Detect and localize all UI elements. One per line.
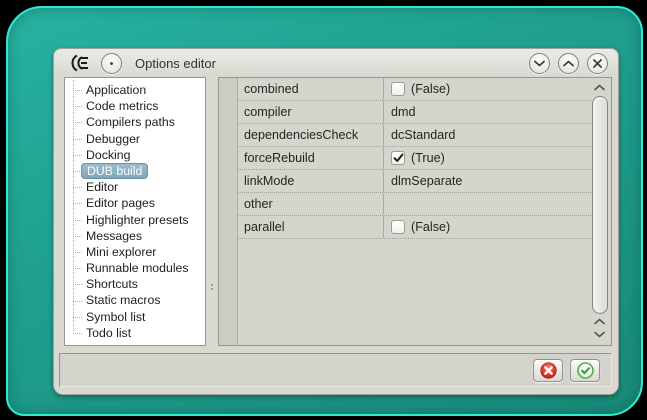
sidebar-item-highlighter-presets[interactable]: Highlighter presets [65, 212, 205, 228]
property-name[interactable]: forceRebuild [238, 151, 383, 165]
accept-button[interactable] [570, 358, 600, 382]
property-value[interactable]: dmd [383, 101, 591, 123]
desktop-frame: Options editor Application Code metrics Co… [6, 6, 643, 416]
property-value[interactable]: (True) [383, 147, 591, 169]
close-button[interactable] [587, 52, 608, 74]
property-grid: combined (False) compiler dmd dependenciesCh… [218, 77, 612, 346]
accept-icon [576, 361, 594, 379]
sidebar-item-label: Runnable modules [86, 261, 189, 276]
sidebar-item-label: Compilers paths [86, 115, 175, 130]
options-tree: Application Code metrics Compilers paths De… [65, 78, 205, 341]
sidebar-item-compilers-paths[interactable]: Compilers paths [65, 114, 205, 130]
sidebar-item-label: Debugger [86, 131, 141, 146]
grid-gutter [219, 78, 238, 345]
scroll-up-button[interactable] [589, 81, 610, 94]
sidebar-item-code-metrics[interactable]: Code metrics [65, 98, 205, 114]
splitter-grip-icon [211, 283, 213, 290]
value-label: dcStandard [391, 128, 456, 142]
close-icon [593, 58, 602, 68]
property-value[interactable]: (False) [383, 78, 591, 100]
title-bar[interactable]: Options editor [54, 49, 618, 77]
property-name[interactable]: parallel [238, 220, 383, 234]
property-row-parallel[interactable]: parallel (False) [238, 216, 591, 239]
dialog-footer [59, 353, 612, 387]
sidebar-item-label: Shortcuts [86, 277, 138, 292]
property-name[interactable]: combined [238, 82, 383, 96]
shade-button[interactable] [529, 52, 550, 74]
property-row-forceRebuild[interactable]: forceRebuild (True) [238, 147, 591, 170]
value-label: (True) [411, 151, 445, 165]
chevron-down-icon [594, 331, 605, 338]
property-value[interactable]: dcStandard [383, 124, 591, 146]
categories-panel: Application Code metrics Compilers paths De… [64, 77, 206, 346]
sidebar-item-debugger[interactable]: Debugger [65, 131, 205, 147]
sidebar-item-label: Symbol list [86, 309, 146, 324]
scrollbar-thumb[interactable] [592, 96, 608, 314]
sidebar-item-messages[interactable]: Messages [65, 228, 205, 244]
sidebar-item-label: Messages [86, 228, 143, 243]
chevron-up-icon [594, 84, 605, 91]
value-label: (False) [411, 220, 451, 234]
scroll-down-button[interactable] [589, 328, 610, 341]
property-row-other[interactable]: other [238, 193, 591, 216]
sidebar-item-symbol-list[interactable]: Symbol list [65, 309, 205, 325]
checkbox-unchecked[interactable] [391, 220, 405, 234]
cancel-button[interactable] [533, 358, 563, 382]
property-name[interactable]: linkMode [238, 174, 383, 188]
sidebar-item-mini-explorer[interactable]: Mini explorer [65, 244, 205, 260]
sidebar-item-label: Editor pages [86, 196, 156, 211]
window-title: Options editor [135, 55, 216, 71]
unshade-button[interactable] [558, 52, 579, 74]
sidebar-item-label: Code metrics [86, 99, 159, 114]
chevron-down-icon [534, 60, 545, 66]
property-value[interactable]: (False) [383, 216, 591, 238]
sidebar-item-application[interactable]: Application [65, 82, 205, 98]
sidebar-item-label: Editor [86, 180, 119, 195]
sidebar-item-shortcuts[interactable]: Shortcuts [65, 276, 205, 292]
sidebar-item-runnable-modules[interactable]: Runnable modules [65, 260, 205, 276]
app-logo-icon [67, 53, 91, 73]
property-row-combined[interactable]: combined (False) [238, 78, 591, 101]
menu-dot-icon [110, 61, 113, 65]
vertical-scrollbar[interactable] [589, 79, 610, 344]
sidebar-item-editor[interactable]: Editor [65, 179, 205, 195]
value-label: dmd [391, 105, 416, 119]
property-row-linkMode[interactable]: linkMode dlmSeparate [238, 170, 591, 193]
checkbox-checked[interactable] [391, 151, 405, 165]
sidebar-item-label: Highlighter presets [86, 212, 189, 227]
chevron-up-icon [594, 318, 605, 325]
value-label: (False) [411, 82, 451, 96]
checkbox-unchecked[interactable] [391, 82, 405, 96]
sidebar-item-editor-pages[interactable]: Editor pages [65, 195, 205, 211]
sidebar-item-label: Docking [86, 147, 131, 162]
scroll-up-button-bottom[interactable] [589, 315, 610, 328]
property-name[interactable]: compiler [238, 105, 383, 119]
grid-rows: combined (False) compiler dmd dependenciesCh… [238, 78, 591, 239]
sidebar-item-label: Todo list [86, 325, 132, 340]
window-menu-button[interactable] [101, 52, 122, 74]
sidebar-item-static-macros[interactable]: Static macros [65, 292, 205, 308]
cancel-icon [539, 361, 557, 379]
property-value[interactable]: dlmSeparate [383, 170, 591, 192]
sidebar-item-label: Mini explorer [86, 244, 157, 259]
sidebar-item-dub-build[interactable]: DUB build [65, 162, 205, 179]
value-label: dlmSeparate [391, 174, 463, 188]
check-icon [393, 153, 403, 162]
sidebar-item-label: Application [86, 83, 147, 97]
property-value[interactable] [383, 193, 591, 215]
options-editor-window: Options editor Application Code metrics Co… [53, 48, 619, 395]
sidebar-item-docking[interactable]: Docking [65, 147, 205, 163]
window-controls [529, 52, 608, 74]
property-row-compiler[interactable]: compiler dmd [238, 101, 591, 124]
sidebar-item-label: DUB build [81, 162, 149, 179]
panel-splitter[interactable] [206, 77, 218, 346]
property-name[interactable]: dependenciesCheck [238, 128, 383, 142]
property-row-dependenciesCheck[interactable]: dependenciesCheck dcStandard [238, 124, 591, 147]
property-name[interactable]: other [238, 197, 383, 211]
sidebar-item-todo-list[interactable]: Todo list [65, 325, 205, 341]
sidebar-item-label: Static macros [86, 293, 161, 308]
chevron-up-icon [563, 60, 574, 66]
